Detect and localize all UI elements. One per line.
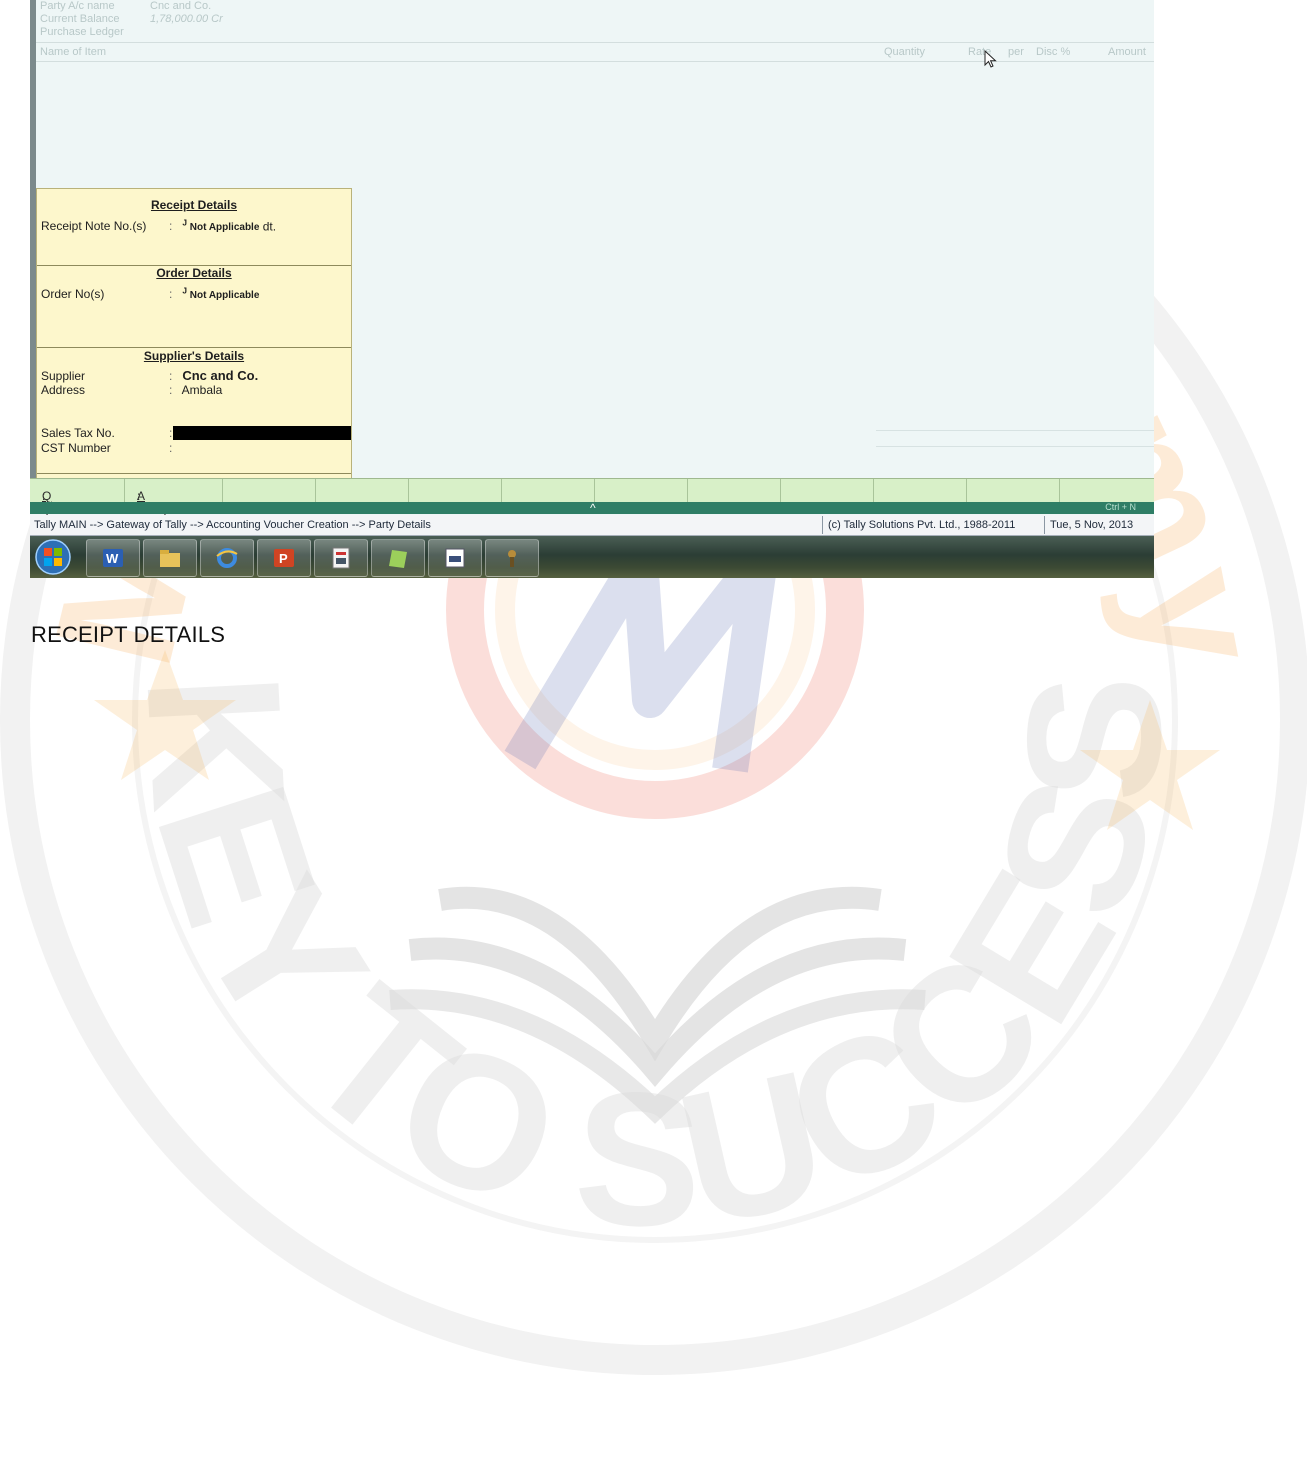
party-account-value: Cnc and Co. <box>150 0 212 12</box>
receipt-details-title: Receipt Details <box>150 198 238 212</box>
column-name-of-item: Name of Item <box>40 46 107 58</box>
address-label: Address <box>41 383 86 397</box>
notes-icon <box>389 550 407 568</box>
receipt-details-section: Receipt Details Receipt Note No.(s): J N… <box>37 189 351 266</box>
word-taskbar-button[interactable]: W <box>86 539 140 577</box>
tally-screenshot: Party A/c name Cnc and Co. Current Balanc… <box>30 0 1154 578</box>
column-quantity: Quantity <box>884 46 925 58</box>
status-bar: Tally MAIN --> Gateway of Tally --> Acco… <box>30 515 1154 536</box>
svg-text:W: W <box>106 551 119 566</box>
word-icon: W <box>103 549 123 567</box>
ctrl-n-hint: Ctrl + N <box>1105 502 1136 512</box>
empty-button-3[interactable] <box>223 479 316 503</box>
party-details-panel: Receipt Details Receipt Note No.(s): J N… <box>36 188 352 480</box>
sales-tax-label: Sales Tax No. <box>41 426 115 440</box>
explorer-taskbar-button[interactable] <box>143 539 197 577</box>
empty-button-4[interactable] <box>316 479 409 503</box>
file-explorer-icon <box>160 550 180 567</box>
empty-button-11[interactable] <box>967 479 1060 503</box>
party-account-label: Party A/c name <box>40 0 115 12</box>
cst-number-label: CST Number <box>41 441 111 455</box>
windows-start-icon[interactable] <box>34 538 72 576</box>
accept-button[interactable]: A: Accept <box>125 479 223 517</box>
empty-button-5[interactable] <box>409 479 502 503</box>
notes-taskbar-button[interactable] <box>371 539 425 577</box>
mouse-pointer-icon <box>984 50 997 68</box>
voucher-header-info: Party A/c name Cnc and Co. Current Balanc… <box>40 0 223 39</box>
empty-button-8[interactable] <box>688 479 781 503</box>
empty-button-12[interactable] <box>1060 479 1153 503</box>
windows-taskbar: W P <box>30 536 1154 578</box>
quit-button[interactable]: Q: Quit <box>30 479 125 517</box>
caret-up-icon[interactable]: ^ <box>590 501 596 515</box>
powerpoint-taskbar-button[interactable]: P <box>257 539 311 577</box>
supplier-details-title: Supplier's Details <box>143 349 245 363</box>
column-per: per <box>1008 46 1024 58</box>
empty-button-7[interactable] <box>595 479 688 503</box>
powerpoint-icon: P <box>274 549 294 567</box>
slide-caption: RECEIPT DETAILS <box>31 622 226 647</box>
empty-button-10[interactable] <box>874 479 967 503</box>
order-no-value[interactable]: J Not Applicable <box>182 286 259 301</box>
sales-tax-input-field[interactable] <box>173 426 351 440</box>
column-disc: Disc % <box>1036 46 1071 58</box>
internet-explorer-icon <box>216 548 238 568</box>
receipt-note-value[interactable]: J Not Applicable <box>182 218 259 233</box>
button-bar: Q: Quit A: Accept <box>30 478 1154 517</box>
supplier-details-section: Supplier's Details Supplier: Cnc and Co.… <box>37 348 351 474</box>
tally-erp9-icon <box>332 547 350 569</box>
tally-key-taskbar-button[interactable] <box>485 539 539 577</box>
calculator-icon <box>445 548 465 568</box>
receipt-note-label: Receipt Note No.(s) <box>41 219 147 234</box>
receipt-dt-label: dt. <box>262 219 277 234</box>
tally-key-icon <box>508 550 516 567</box>
empty-button-9[interactable] <box>781 479 874 503</box>
address-value[interactable]: Ambala <box>182 383 223 397</box>
tally-taskbar-button[interactable] <box>314 539 368 577</box>
supplier-value[interactable]: Cnc and Co. <box>182 368 258 383</box>
svg-text:KEY TO SUCCESS: KEY TO SUCCESS <box>106 669 1203 1268</box>
current-date: Tue, 5 Nov, 2013 <box>1050 519 1134 531</box>
breadcrumb: Tally MAIN --> Gateway of Tally --> Acco… <box>34 519 431 531</box>
purchase-ledger-label: Purchase Ledger <box>40 26 124 38</box>
current-balance-value: 1,78,000.00 Cr <box>150 13 223 25</box>
ie-taskbar-button[interactable] <box>200 539 254 577</box>
order-details-section: Order Details Order No(s): J Not Applica… <box>37 266 351 348</box>
supplier-label: Supplier <box>41 369 86 383</box>
calculator-taskbar-button[interactable] <box>428 539 482 577</box>
current-balance-label: Current Balance <box>40 13 120 25</box>
order-details-title: Order Details <box>156 266 232 280</box>
column-amount: Amount <box>1108 46 1146 58</box>
order-no-label: Order No(s) <box>41 287 105 302</box>
watermark-bottom-text: KEY TO SUCCESS <box>106 669 1203 1268</box>
copyright-text: (c) Tally Solutions Pvt. Ltd., 1988-2011 <box>828 519 1016 531</box>
empty-button-6[interactable] <box>502 479 595 503</box>
svg-text:P: P <box>279 551 288 566</box>
